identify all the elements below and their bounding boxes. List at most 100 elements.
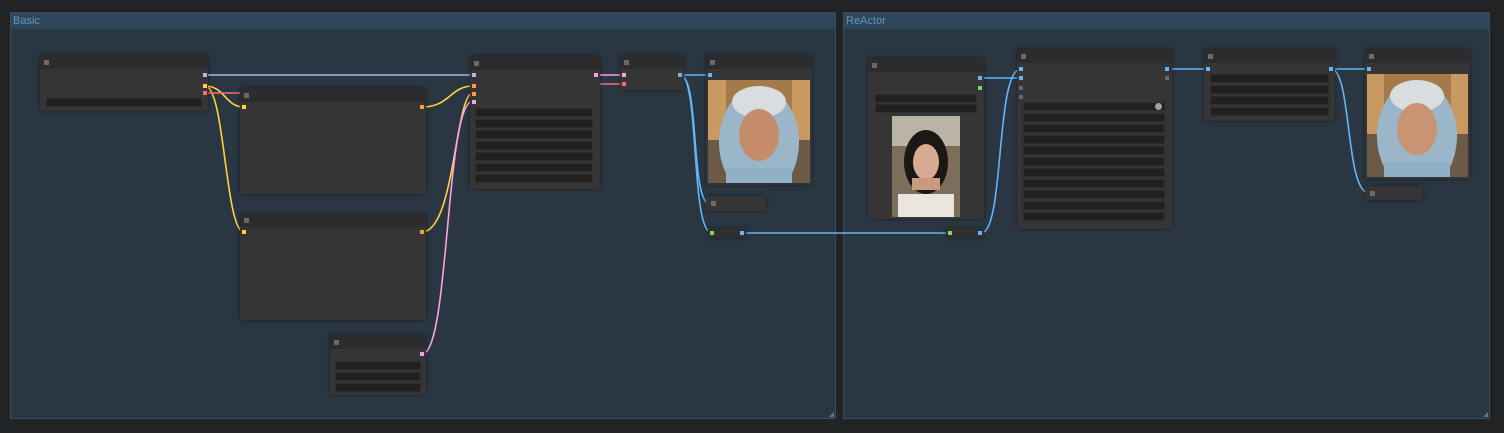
input-slot-negative[interactable]: [472, 92, 476, 96]
node-preview-image[interactable]: [706, 55, 812, 185]
square-dot-icon[interactable]: [1370, 191, 1375, 196]
square-dot-icon[interactable]: [1021, 54, 1026, 59]
square-dot-icon[interactable]: [710, 60, 715, 65]
node-title[interactable]: [240, 213, 426, 227]
output-slot-model[interactable]: [203, 73, 207, 77]
output-slot-mask[interactable]: [978, 86, 982, 90]
node-final-preview[interactable]: [1365, 49, 1470, 179]
input-slot-options[interactable]: [1019, 95, 1023, 99]
node-checkpoint-loader[interactable]: [40, 55, 208, 111]
input-slot-vae[interactable]: [622, 82, 626, 86]
widget-batch[interactable]: [335, 383, 421, 392]
node-negative-prompt[interactable]: [240, 213, 426, 320]
widget-model[interactable]: [1210, 85, 1329, 94]
widget-ckpt-name[interactable]: [46, 98, 202, 107]
input-slot-input-image[interactable]: [1019, 67, 1023, 71]
widget-control[interactable]: [475, 119, 593, 128]
square-dot-icon[interactable]: [872, 63, 877, 68]
input-slot-model[interactable]: [472, 73, 476, 77]
node-title[interactable]: [40, 55, 208, 69]
node-reroute[interactable]: [708, 228, 746, 238]
widget-cfg[interactable]: [475, 141, 593, 150]
output-slot-image[interactable]: [678, 73, 682, 77]
widget-facedetection[interactable]: [1210, 74, 1329, 83]
node-load-image[interactable]: [868, 58, 984, 219]
output-slot-latent[interactable]: [420, 352, 424, 356]
square-dot-icon[interactable]: [334, 340, 339, 345]
square-dot-icon[interactable]: [244, 218, 249, 223]
widget-console-log[interactable]: [1023, 212, 1165, 221]
node-title[interactable]: [470, 56, 600, 70]
widget-image-file[interactable]: [875, 94, 977, 103]
node-title[interactable]: [620, 55, 684, 69]
widget-swap-model[interactable]: [1023, 113, 1165, 122]
square-dot-icon[interactable]: [624, 60, 629, 65]
node-title[interactable]: [1017, 49, 1172, 63]
output-slot-clip[interactable]: [203, 84, 207, 88]
widget-visibility[interactable]: [1210, 96, 1329, 105]
output-slot-image[interactable]: [978, 76, 982, 80]
node-title[interactable]: [706, 55, 812, 69]
widget-detect-gender-input[interactable]: [1023, 168, 1165, 177]
node-ksampler[interactable]: [470, 56, 600, 189]
widget-detect-gender-source[interactable]: [1023, 179, 1165, 188]
input-slot-images[interactable]: [1367, 67, 1371, 71]
input-slot-image[interactable]: [1206, 67, 1210, 71]
input-slot-images[interactable]: [708, 73, 712, 77]
widget-scheduler[interactable]: [475, 163, 593, 172]
node-reroute-2[interactable]: [946, 228, 984, 238]
output-slot-vae[interactable]: [203, 91, 207, 95]
widget-height[interactable]: [335, 372, 421, 381]
output-slot-conditioning[interactable]: [420, 105, 424, 109]
square-dot-icon[interactable]: [1208, 54, 1213, 59]
node-title[interactable]: [240, 88, 426, 102]
widget-seed[interactable]: [475, 108, 593, 117]
group-reactor-title[interactable]: ReActor: [844, 13, 1489, 29]
widget-width[interactable]: [335, 361, 421, 370]
input-slot-latent[interactable]: [472, 100, 476, 104]
group-basic-title[interactable]: Basic: [11, 13, 835, 29]
widget-codeformer-weight[interactable]: [1210, 107, 1329, 116]
square-dot-icon[interactable]: [244, 93, 249, 98]
input-slot[interactable]: [948, 231, 952, 235]
input-slot-face-model[interactable]: [1019, 86, 1023, 90]
output-slot-conditioning[interactable]: [420, 230, 424, 234]
input-slot-source-image[interactable]: [1019, 76, 1023, 80]
widget-denoise[interactable]: [475, 174, 593, 183]
square-dot-icon[interactable]: [474, 61, 479, 66]
widget-restore-visibility[interactable]: [1023, 146, 1165, 155]
widget-restore-model[interactable]: [1023, 135, 1165, 144]
node-restore-face[interactable]: [1204, 49, 1335, 121]
node-reactor-faceswap[interactable]: [1017, 49, 1172, 229]
output-slot-image[interactable]: [1329, 67, 1333, 71]
node-title[interactable]: [1365, 49, 1470, 63]
output-slot[interactable]: [740, 231, 744, 235]
widget-detection[interactable]: [1023, 124, 1165, 133]
input-slot[interactable]: [710, 231, 714, 235]
square-dot-icon[interactable]: [711, 201, 716, 206]
widget-source-faces-index[interactable]: [1023, 201, 1165, 210]
square-dot-icon[interactable]: [1369, 54, 1374, 59]
resize-icon[interactable]: [1483, 412, 1488, 417]
widget-upload[interactable]: [875, 104, 977, 113]
node-positive-prompt[interactable]: [240, 88, 426, 194]
node-title[interactable]: [868, 58, 984, 72]
output-slot-face-model[interactable]: [1165, 76, 1169, 80]
square-dot-icon[interactable]: [44, 60, 49, 65]
resize-icon[interactable]: [829, 412, 834, 417]
widget-enabled[interactable]: [1023, 102, 1165, 111]
input-slot-samples[interactable]: [622, 73, 626, 77]
output-slot-image[interactable]: [1165, 67, 1169, 71]
node-empty-latent[interactable]: [330, 335, 426, 395]
input-slot-positive[interactable]: [472, 84, 476, 88]
widget-steps[interactable]: [475, 130, 593, 139]
circle-toggle-icon[interactable]: [1155, 103, 1162, 110]
output-slot-latent[interactable]: [594, 73, 598, 77]
node-final-save-image[interactable]: [1365, 186, 1423, 200]
input-slot-clip[interactable]: [242, 230, 246, 234]
node-title[interactable]: [1204, 49, 1335, 63]
output-slot[interactable]: [978, 231, 982, 235]
widget-codeformer-weight[interactable]: [1023, 157, 1165, 166]
node-save-image[interactable]: [706, 196, 766, 211]
input-slot-clip[interactable]: [242, 105, 246, 109]
